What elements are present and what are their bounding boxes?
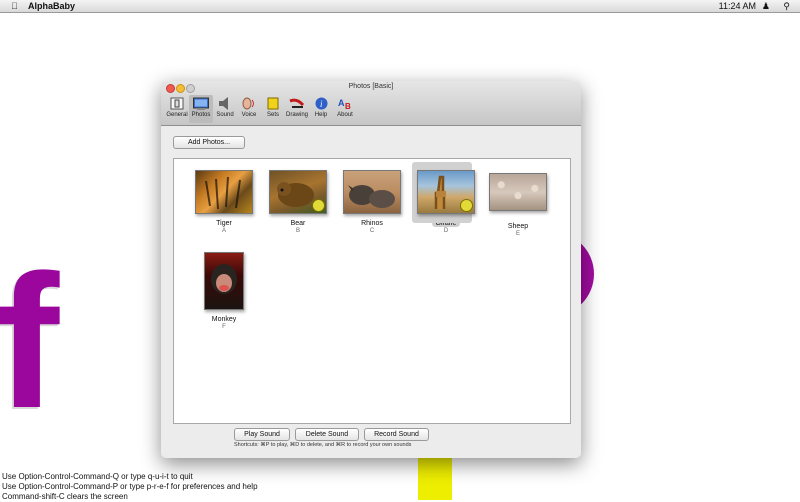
tab-about[interactable]: AB About bbox=[333, 95, 357, 123]
drawing-icon bbox=[289, 96, 305, 110]
apple-menu-icon[interactable]:  bbox=[11, 0, 18, 12]
tab-drawing[interactable]: Drawing bbox=[285, 95, 309, 123]
sound-icon bbox=[217, 96, 233, 110]
sets-icon bbox=[265, 96, 281, 110]
user-icon[interactable]: ♟ bbox=[762, 0, 770, 12]
hint-clear: Command-shift-C clears the screen bbox=[2, 492, 128, 501]
play-sound-button[interactable]: Play Sound bbox=[234, 428, 290, 441]
window-titlebar[interactable]: Photos [Basic] General Photos Sound Voic… bbox=[161, 81, 581, 126]
photo-letter: A bbox=[221, 228, 226, 234]
record-sound-button[interactable]: Record Sound bbox=[364, 428, 429, 441]
tab-sets[interactable]: Sets bbox=[261, 95, 285, 123]
photo-grid[interactable]: Tiger A Bear B Rhinos C Giraffe D Sheep … bbox=[173, 158, 571, 424]
tab-photos[interactable]: Photos bbox=[189, 95, 213, 123]
svg-text:A: A bbox=[338, 98, 345, 108]
photo-thumbnail bbox=[204, 252, 244, 310]
photo-item-bear[interactable]: Bear B bbox=[266, 170, 330, 234]
photo-item-sheep[interactable]: Sheep E bbox=[486, 173, 550, 237]
photo-name: Sheep bbox=[507, 223, 529, 230]
preferences-toolbar: General Photos Sound Voice Sets Drawing … bbox=[165, 95, 357, 123]
photo-name: Monkey bbox=[211, 316, 237, 323]
photo-letter: C bbox=[369, 228, 375, 234]
photo-letter: D bbox=[443, 228, 449, 234]
photo-name: Bear bbox=[290, 220, 306, 227]
spotlight-search-icon[interactable]: ⚲ bbox=[783, 0, 790, 12]
about-icon: AB bbox=[337, 96, 353, 110]
photo-letter: F bbox=[222, 324, 226, 330]
photo-item-giraffe[interactable]: Giraffe D bbox=[412, 162, 478, 234]
photo-name: Rhinos bbox=[361, 220, 383, 227]
sound-attached-icon bbox=[312, 199, 325, 212]
photos-pane: Add Photos... Tiger A Bear B Rhinos C Gi… bbox=[161, 126, 581, 458]
tab-general[interactable]: General bbox=[165, 95, 189, 123]
help-icon: i bbox=[313, 96, 329, 110]
hint-quit: Use Option-Control-Command-Q or type q-u… bbox=[2, 472, 193, 481]
photo-letter: E bbox=[515, 231, 520, 237]
preferences-window: Photos [Basic] General Photos Sound Voic… bbox=[161, 81, 581, 458]
shortcuts-text: Shortcuts: ⌘P to play, ⌘D to delete, and… bbox=[234, 442, 412, 448]
background-letter: f bbox=[0, 236, 60, 448]
photo-item-rhinos[interactable]: Rhinos C bbox=[340, 170, 404, 234]
menu-bar:  AlphaBaby 11:24 AM ♟ ⚲ bbox=[0, 0, 800, 13]
app-menu[interactable]: AlphaBaby bbox=[28, 0, 75, 12]
photos-icon bbox=[193, 96, 209, 110]
svg-text:B: B bbox=[345, 102, 351, 110]
menu-clock[interactable]: 11:24 AM bbox=[719, 0, 756, 12]
window-title: Photos [Basic] bbox=[348, 83, 394, 90]
tab-voice[interactable]: Voice bbox=[237, 95, 261, 123]
hint-text: Use Option-Control-Command-Q or type q-u… bbox=[2, 472, 258, 502]
photo-letter: B bbox=[295, 228, 300, 234]
general-icon bbox=[169, 96, 185, 110]
delete-sound-button[interactable]: Delete Sound bbox=[295, 428, 359, 441]
tab-sound[interactable]: Sound bbox=[213, 95, 237, 123]
tab-help[interactable]: i Help bbox=[309, 95, 333, 123]
hint-preferences: Use Option-Control-Command-P or type p-r… bbox=[2, 482, 258, 491]
voice-icon bbox=[241, 96, 257, 110]
photo-thumbnail bbox=[489, 173, 547, 211]
photo-thumbnail bbox=[343, 170, 401, 214]
photo-item-monkey[interactable]: Monkey F bbox=[192, 252, 256, 330]
background-shape-bar bbox=[418, 455, 452, 500]
sound-attached-icon bbox=[460, 199, 473, 212]
photo-thumbnail bbox=[195, 170, 253, 214]
photo-item-tiger[interactable]: Tiger A bbox=[192, 170, 256, 234]
add-photos-button[interactable]: Add Photos... bbox=[173, 136, 245, 149]
photo-thumbnail bbox=[269, 170, 327, 214]
photo-thumbnail bbox=[417, 170, 475, 214]
photo-name: Tiger bbox=[216, 220, 232, 227]
